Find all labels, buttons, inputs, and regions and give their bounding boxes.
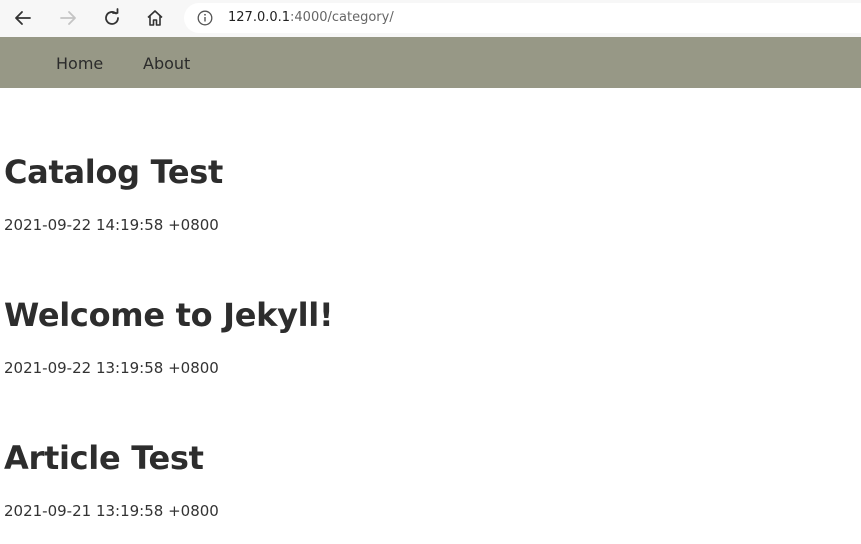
- reload-button[interactable]: [97, 4, 127, 32]
- post-date: 2021-09-21 13:19:58 +0800: [4, 502, 219, 520]
- url-host: 127.0.0.1: [228, 10, 291, 25]
- browser-toolbar: 127.0.0.1:4000/category/: [0, 0, 861, 37]
- reload-icon: [105, 8, 119, 25]
- home-button[interactable]: [140, 4, 170, 32]
- post-date: 2021-09-22 13:19:58 +0800: [4, 359, 219, 377]
- site-nav: Home About: [0, 37, 861, 88]
- post-date: 2021-09-22 14:19:58 +0800: [4, 216, 219, 234]
- post-title[interactable]: Catalog Test: [4, 152, 223, 192]
- home-icon: [147, 10, 163, 26]
- info-icon[interactable]: [197, 10, 213, 26]
- nav-link-home[interactable]: Home: [56, 54, 103, 74]
- address-bar[interactable]: 127.0.0.1:4000/category/: [184, 3, 861, 33]
- nav-link-about[interactable]: About: [143, 54, 190, 74]
- post-title[interactable]: Article Test: [4, 438, 204, 478]
- arrow-left-icon: [15, 11, 31, 25]
- url-text[interactable]: 127.0.0.1:4000/category/: [228, 10, 394, 26]
- url-path: :4000/category/: [290, 10, 394, 25]
- forward-button[interactable]: [53, 4, 83, 32]
- back-button[interactable]: [8, 4, 38, 32]
- post-title[interactable]: Welcome to Jekyll!: [4, 295, 334, 335]
- arrow-right-icon: [60, 11, 76, 25]
